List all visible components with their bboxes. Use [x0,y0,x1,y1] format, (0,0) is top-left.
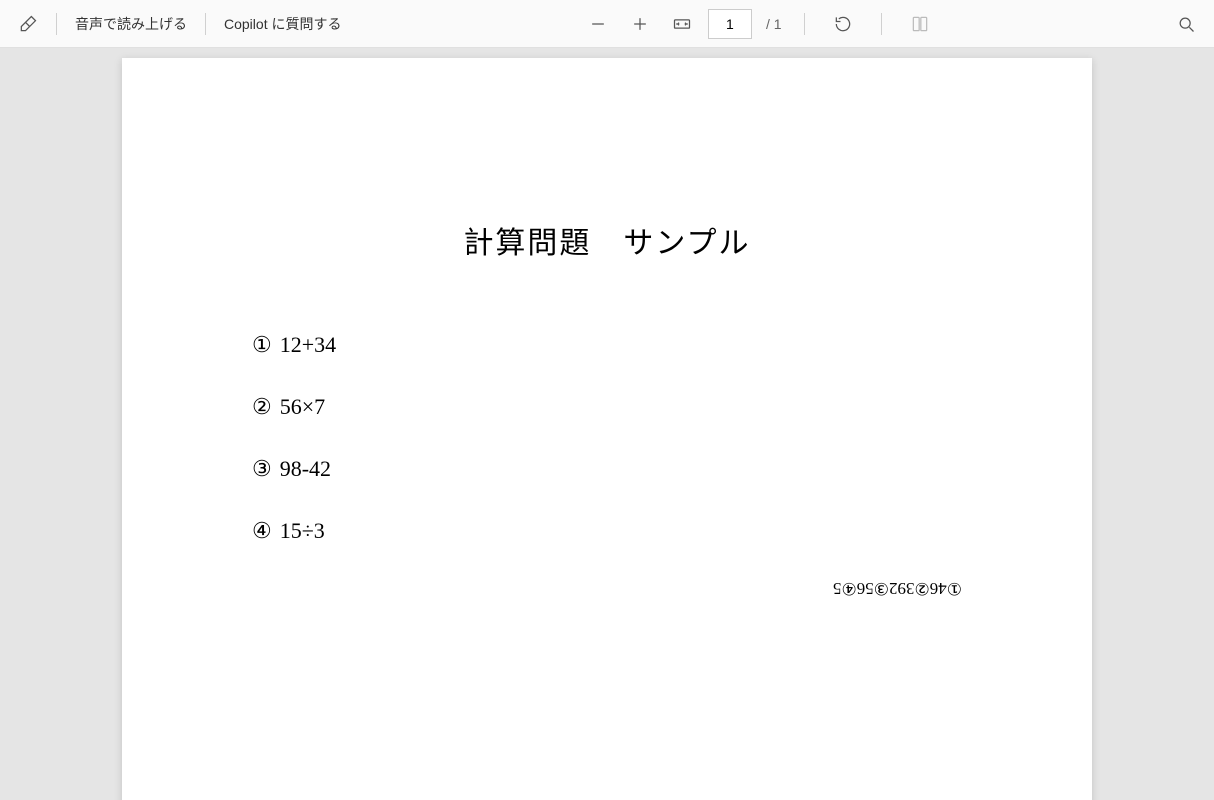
toolbar-left-group: 音声で読み上げる Copilot に質問する [12,10,347,38]
fit-width-icon [672,14,692,34]
draw-erase-button[interactable] [12,10,44,38]
page-view-button[interactable] [904,10,936,38]
problem-item: ① 12+34 [252,332,962,358]
read-aloud-button[interactable]: 音声で読み上げる [69,10,193,38]
fit-width-button[interactable] [666,10,698,38]
toolbar-divider [881,13,882,35]
problem-text: 15÷3 [280,518,325,544]
document-viewport[interactable]: 計算問題 サンプル ① 12+34 ② 56×7 ③ 98-42 ④ 15÷3 … [0,48,1214,800]
toolbar-divider [56,13,57,35]
pdf-toolbar: 音声で読み上げる Copilot に質問する / 1 [0,0,1214,48]
document-title: 計算問題 サンプル [252,218,962,262]
plus-icon [630,14,650,34]
problem-marker: ④ [252,518,272,544]
problem-marker: ② [252,394,272,420]
toolbar-center-group: / 1 [347,9,1170,39]
minus-icon [588,14,608,34]
zoom-out-button[interactable] [582,10,614,38]
rotate-icon [833,14,853,34]
page-view-icon [910,14,930,34]
search-icon [1176,14,1196,34]
problem-list: ① 12+34 ② 56×7 ③ 98-42 ④ 15÷3 [252,332,962,544]
search-button[interactable] [1170,10,1202,38]
problem-item: ② 56×7 [252,394,962,420]
problem-marker: ① [252,332,272,358]
rotate-button[interactable] [827,10,859,38]
answers-line: ①46②392③56④5 [833,578,962,598]
document-page: 計算問題 サンプル ① 12+34 ② 56×7 ③ 98-42 ④ 15÷3 … [122,58,1092,800]
ask-copilot-button[interactable]: Copilot に質問する [218,10,347,38]
page-number-input[interactable] [708,9,752,39]
problem-item: ③ 98-42 [252,456,962,482]
eraser-icon [18,14,38,34]
zoom-in-button[interactable] [624,10,656,38]
toolbar-divider [205,13,206,35]
problem-text: 56×7 [280,394,325,420]
problem-marker: ③ [252,456,272,482]
toolbar-divider [804,13,805,35]
toolbar-right-group [1170,10,1202,38]
page-total-label: / 1 [766,16,782,32]
problem-text: 98-42 [280,456,331,482]
problem-item: ④ 15÷3 [252,518,962,544]
problem-text: 12+34 [280,332,336,358]
